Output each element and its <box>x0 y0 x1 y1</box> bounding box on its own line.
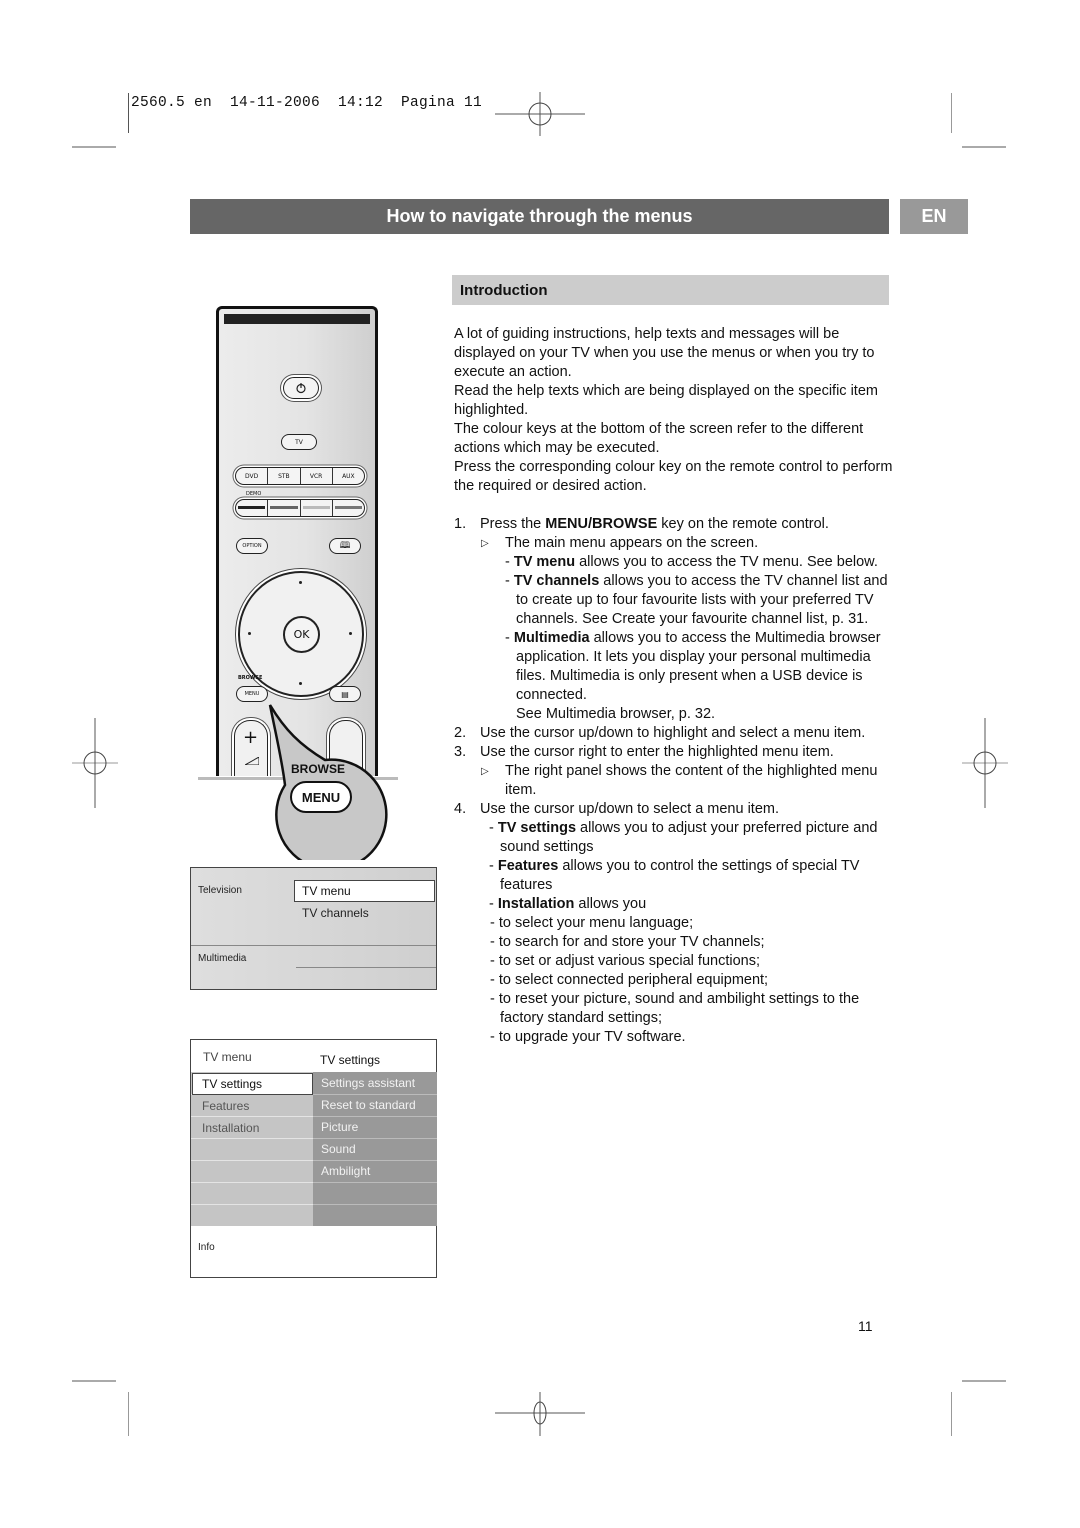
green-key <box>268 500 301 516</box>
book-icon: 🕮 <box>339 541 351 551</box>
cursor-right-dot <box>349 632 352 635</box>
crop-mark <box>951 93 952 133</box>
registration-mark-icon <box>72 718 118 808</box>
main-menu-screen: Television TV menu TV channels Multimedi… <box>190 867 437 990</box>
left-panel-header: TV menu <box>203 1050 252 1064</box>
tv-menu-screen: TV menu TV settings Features Installatio… <box>190 1039 437 1278</box>
demo-label: DEMO <box>246 491 262 497</box>
right-panel: Settings assistant Reset to standard Pic… <box>313 1072 437 1226</box>
body-text: A lot of guiding instructions, help text… <box>454 325 894 1047</box>
television-label: Television <box>198 885 242 896</box>
page-number: 11 <box>858 1318 873 1334</box>
power-icon <box>296 383 306 394</box>
step-2: 2. Use the cursor up/down to highlight an… <box>454 725 866 741</box>
installation-item: - to set or adjust various special funct… <box>490 953 760 969</box>
crop-mark <box>72 1380 116 1382</box>
right-panel-header: TV settings <box>320 1053 381 1067</box>
step-4-item: - TV settings allows you to adjust your … <box>489 820 878 855</box>
callout-browse-label: BROWSE <box>291 762 345 776</box>
ok-button: OK <box>283 616 320 653</box>
registration-mark-icon <box>962 718 1008 808</box>
cursor-up-dot <box>299 581 302 584</box>
crop-mark <box>951 1392 952 1436</box>
language-tab: EN <box>900 199 968 234</box>
step-3: 3. Use the cursor right to enter the high… <box>454 744 834 760</box>
intro-paragraph: The colour keys at the bottom of the scr… <box>454 421 864 456</box>
menu-item: TV channels <box>302 906 369 920</box>
crop-mark <box>128 1392 129 1436</box>
divider <box>191 945 436 946</box>
stb-button: STB <box>268 468 301 484</box>
info-label: Info <box>198 1242 215 1253</box>
left-panel: Features Installation <box>191 1072 313 1226</box>
submenu-item: Reset to standard <box>321 1098 416 1112</box>
intro-paragraph: A lot of guiding instructions, help text… <box>454 326 875 380</box>
source-buttons: DVD STB VCR AUX <box>235 467 365 485</box>
submenu-item: Settings assistant <box>321 1076 416 1090</box>
section-heading: Introduction <box>452 275 889 305</box>
crop-mark <box>72 146 116 148</box>
submenu-item: Ambilight <box>321 1164 371 1178</box>
intro-paragraph: Press the corresponding colour key on th… <box>454 459 893 494</box>
installation-item: - to select your menu language; <box>490 915 694 931</box>
dvd-button: DVD <box>236 468 269 484</box>
registration-mark-icon <box>495 1392 585 1436</box>
triangle-bullet-icon: ▷ <box>481 766 489 777</box>
submenu-item: Sound <box>321 1142 356 1156</box>
step-4-item: - Features allows you to control the set… <box>489 858 860 893</box>
step-1-see: See Multimedia browser, p. 32. <box>516 706 716 722</box>
cursor-left-dot <box>248 632 251 635</box>
option-button: OPTION <box>236 538 268 554</box>
multimedia-label: Multimedia <box>198 953 247 964</box>
installation-item: - to reset your picture, sound and ambil… <box>490 991 860 1026</box>
aux-button: AUX <box>342 472 355 480</box>
crop-mark <box>962 1380 1006 1382</box>
callout-menu-button: MENU <box>290 781 352 813</box>
crop-mark <box>962 146 1006 148</box>
submenu-item: Picture <box>321 1120 359 1134</box>
tv-button: TV <box>281 434 317 450</box>
installation-item: - to search for and store your TV channe… <box>490 934 765 950</box>
menu-item-selected: TV settings <box>192 1073 313 1095</box>
print-slug: 2560.5 en 14-11-2006 14:12 Pagina 11 <box>131 95 483 111</box>
power-button <box>283 377 319 399</box>
step-1-result: ▷ The main menu appears on the screen. <box>481 535 759 551</box>
step-1-item: - TV channels allows you to access the T… <box>505 573 888 627</box>
colour-keys <box>235 499 365 517</box>
divider <box>296 967 436 968</box>
menu-item: Features <box>202 1099 250 1113</box>
step-1: 1. Press the MENU/BROWSE key on the remot… <box>454 516 829 532</box>
triangle-bullet-icon: ▷ <box>481 538 489 549</box>
registration-mark-icon <box>495 92 585 136</box>
blue-key <box>333 500 364 516</box>
step-3-result: ▷ The right panel shows the content of th… <box>481 763 878 798</box>
menu-item: Installation <box>202 1121 260 1135</box>
menu-item-selected: TV menu <box>294 880 435 902</box>
installation-item: - to select connected peripheral equipme… <box>490 972 769 988</box>
step-1-item: - TV menu allows you to access the TV me… <box>505 554 878 570</box>
step-4: 4. Use the cursor up/down to select a men… <box>454 801 780 817</box>
yellow-key <box>301 500 333 516</box>
intro-paragraph: Read the help texts which are being disp… <box>454 383 878 418</box>
vcr-button: VCR <box>301 468 333 484</box>
crop-mark <box>128 93 129 133</box>
red-key <box>236 500 269 516</box>
page-title: How to navigate through the menus <box>190 199 889 234</box>
guide-button: 🕮 <box>329 538 361 554</box>
cursor-down-dot <box>299 682 302 685</box>
browse-label: BROWSE <box>238 675 263 681</box>
remote-top-strip <box>224 314 370 324</box>
installation-item: - to upgrade your TV software. <box>490 1029 686 1045</box>
step-4-item: - Installation allows you <box>489 896 647 912</box>
step-1-item: - Multimedia allows you to access the Mu… <box>505 630 881 703</box>
